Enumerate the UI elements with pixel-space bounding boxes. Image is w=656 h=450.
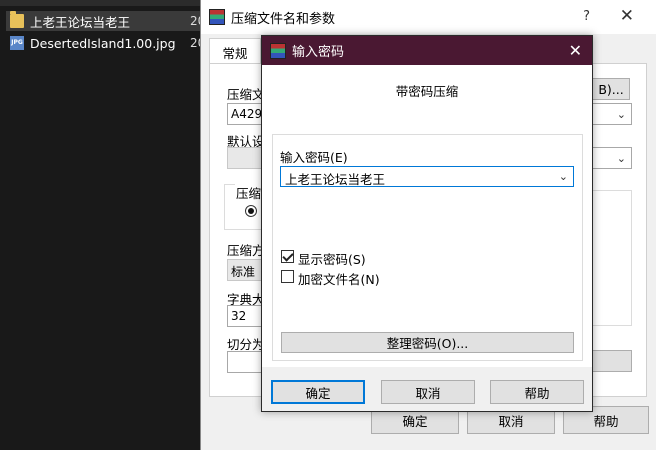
archive-dialog-titlebar: 压缩文件名和参数 ? ✕ bbox=[201, 0, 656, 34]
organize-passwords-button[interactable]: 整理密码(O)... bbox=[281, 332, 574, 353]
password-dialog: 输入密码 ✕ 带密码压缩 输入密码(E) 上老王论坛当老王 ⌄ 显示密码(S) … bbox=[261, 35, 593, 412]
compression-method-label: 压缩方 bbox=[227, 243, 265, 258]
enter-password-label: 输入密码(E) bbox=[280, 150, 348, 165]
explorer-header-strip bbox=[0, 0, 210, 6]
show-password-label[interactable]: 显示密码(S) bbox=[298, 249, 366, 268]
chevron-down-icon[interactable]: ⌄ bbox=[559, 170, 568, 183]
jpg-file-icon: JPG bbox=[10, 36, 24, 50]
file-row-jpg[interactable]: JPG DesertedIsland1.00.jpg 20 bbox=[6, 33, 206, 53]
winrar-icon bbox=[270, 42, 286, 59]
password-input-value: 上老王论坛当老王 bbox=[285, 172, 386, 187]
format-radio-rar[interactable] bbox=[245, 205, 257, 217]
password-ok-button[interactable]: 确定 bbox=[271, 380, 365, 404]
archive-options-group bbox=[592, 190, 632, 326]
file-row-folder[interactable]: 上老王论坛当老王 20 bbox=[6, 11, 206, 31]
winrar-icon bbox=[209, 9, 225, 25]
password-help-button[interactable]: 帮助 bbox=[490, 380, 584, 404]
options-select[interactable]: ⌄ bbox=[592, 147, 632, 169]
password-input[interactable]: 上老王论坛当老王 ⌄ bbox=[280, 166, 574, 187]
close-icon[interactable]: ✕ bbox=[620, 6, 634, 26]
update-mode-select[interactable]: ⌄ bbox=[592, 103, 632, 125]
help-icon[interactable]: ? bbox=[583, 9, 590, 24]
chevron-down-icon: ⌄ bbox=[616, 152, 626, 165]
file-explorer-pane: 上老王论坛当老王 20 JPG DesertedIsland1.00.jpg 2… bbox=[0, 0, 210, 450]
browse-button[interactable]: B)... bbox=[592, 78, 630, 100]
password-dialog-title: 输入密码 bbox=[292, 45, 345, 60]
folder-icon bbox=[10, 11, 24, 28]
password-cancel-button[interactable]: 取消 bbox=[381, 380, 475, 404]
password-heading: 带密码压缩 bbox=[395, 84, 459, 99]
show-password-checkbox[interactable] bbox=[281, 250, 294, 263]
close-icon[interactable]: ✕ bbox=[569, 41, 582, 60]
archive-dialog-title: 压缩文件名和参数 bbox=[231, 11, 336, 27]
tab-general[interactable]: 常规 bbox=[209, 38, 261, 65]
archive-name-label: 压缩文 bbox=[227, 87, 265, 102]
file-name: 上老王论坛当老王 bbox=[30, 14, 131, 30]
chevron-down-icon: ⌄ bbox=[616, 108, 626, 121]
set-password-button-hidden[interactable] bbox=[592, 350, 632, 372]
encrypt-filenames-checkbox[interactable] bbox=[281, 270, 294, 283]
file-name: DesertedIsland1.00.jpg bbox=[30, 35, 176, 51]
password-dialog-titlebar: 输入密码 ✕ bbox=[262, 36, 592, 65]
encrypt-filenames-label[interactable]: 加密文件名(N) bbox=[298, 269, 380, 288]
